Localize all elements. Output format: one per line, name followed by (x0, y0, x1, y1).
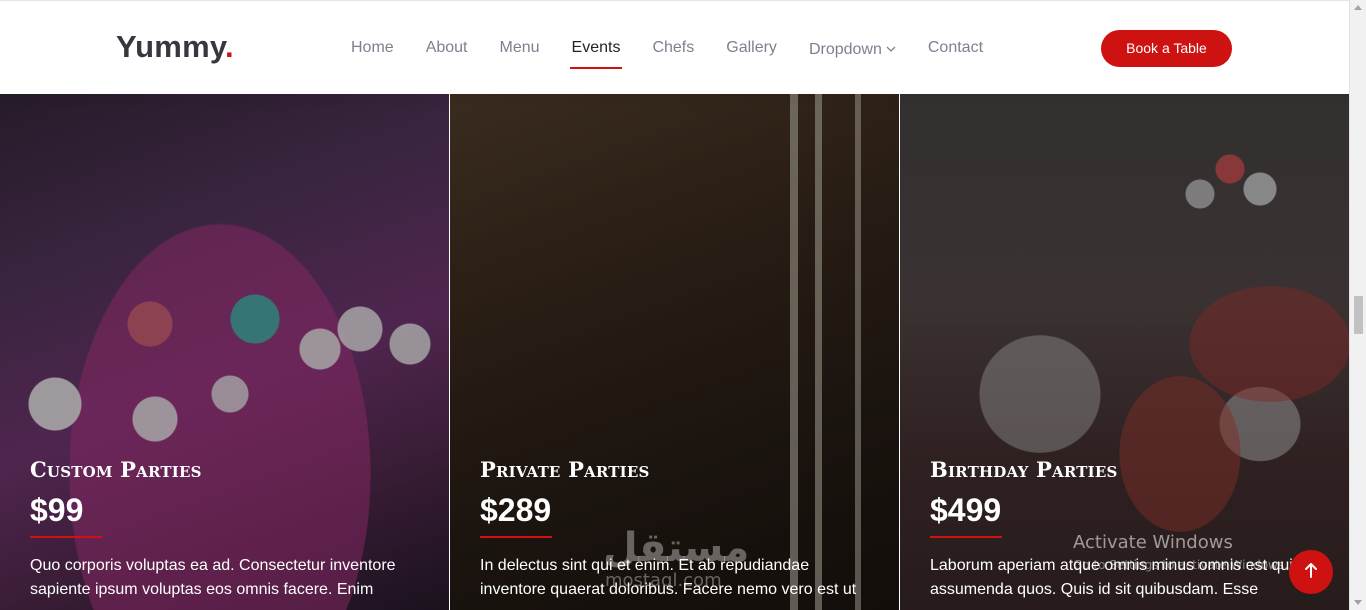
nav-contact[interactable]: Contact (928, 38, 983, 60)
event-card-custom[interactable]: Custom Parties $99 Quo corporis voluptas… (0, 94, 449, 610)
nav-gallery[interactable]: Gallery (726, 38, 777, 60)
nav-dropdown[interactable]: Dropdown (809, 38, 896, 60)
nav-menu[interactable]: Menu (500, 38, 540, 60)
scroll-down-arrow-icon[interactable] (1354, 600, 1362, 605)
price-underline (480, 536, 552, 538)
main-nav: Home About Menu Events Chefs Gallery Dro… (351, 38, 1015, 69)
site-header: Yummy. Home About Menu Events Chefs Gall… (0, 0, 1366, 94)
page-scrollbar[interactable] (1349, 0, 1366, 610)
nav-chefs[interactable]: Chefs (652, 38, 694, 60)
event-price: $289 (480, 492, 552, 528)
price-underline (30, 536, 102, 538)
nav-home[interactable]: Home (351, 38, 394, 60)
mostaql-watermark-url: mostaql.com (605, 570, 722, 591)
nav-about[interactable]: About (426, 38, 468, 60)
event-title: Private Parties (480, 457, 650, 482)
logo-dot: . (224, 29, 234, 64)
event-title: Birthday Parties (930, 457, 1118, 482)
card-overlay (0, 94, 449, 610)
price-underline (930, 536, 1002, 538)
scroll-up-arrow-icon[interactable] (1354, 5, 1362, 10)
arrow-up-icon (1304, 562, 1318, 583)
event-title: Custom Parties (30, 457, 202, 482)
event-price: $99 (30, 492, 84, 528)
event-price: $499 (930, 492, 1002, 528)
nav-dropdown-label: Dropdown (808, 41, 882, 58)
scroll-top-button[interactable] (1289, 550, 1333, 594)
chevron-down-icon (886, 38, 896, 58)
nav-events[interactable]: Events (569, 38, 623, 69)
book-table-button[interactable]: Book a Table (1101, 30, 1232, 67)
activate-windows-subtitle: Go to Settings to activate Windows. (1073, 558, 1288, 572)
activate-windows-title: Activate Windows (1073, 532, 1233, 553)
scrollbar-thumb[interactable] (1354, 296, 1363, 334)
site-logo[interactable]: Yummy. (116, 29, 234, 65)
logo-text: Yummy (116, 29, 225, 64)
event-description: Quo corporis voluptas ea ad. Consectetur… (30, 557, 396, 598)
mostaql-watermark: مستقل (603, 525, 750, 571)
